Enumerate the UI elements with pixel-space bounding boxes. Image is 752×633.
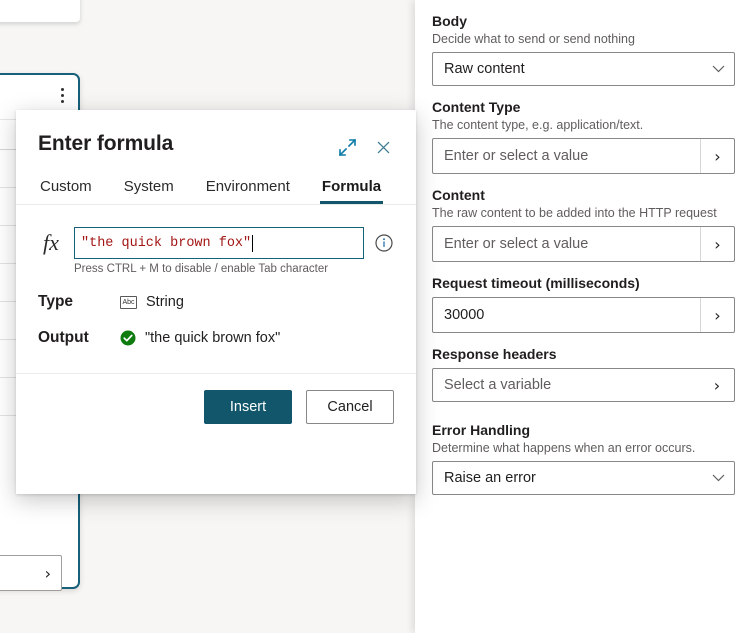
tab-formula[interactable]: Formula [319, 172, 384, 204]
output-value-group: "the quick brown fox" [120, 330, 280, 346]
body-description: Decide what to send or send nothing [432, 32, 635, 46]
dialog-header-actions [336, 132, 394, 158]
tab-custom[interactable]: Custom [38, 172, 94, 204]
error-handling-value: Raise an error [444, 470, 536, 486]
dialog-footer: Insert Cancel [16, 374, 416, 424]
insert-button[interactable]: Insert [204, 390, 292, 424]
error-handling-label: Error Handling [432, 422, 531, 438]
info-icon[interactable] [374, 233, 394, 253]
dialog-title: Enter formula [38, 132, 174, 155]
dialog-tabs: Custom System Environment Formula [16, 172, 416, 204]
background-card-top[interactable] [0, 0, 80, 22]
field-group-content: Content The raw content to be added into… [432, 187, 735, 262]
cancel-button[interactable]: Cancel [306, 390, 394, 424]
error-handling-select[interactable]: Raise an error [432, 461, 735, 495]
enter-formula-dialog: Enter formula Custom System Environment … [16, 110, 416, 494]
background-card-field-row: › [0, 555, 62, 591]
chevron-right-icon[interactable]: › [45, 564, 51, 583]
type-row: Type Abc String [16, 293, 416, 311]
abc-icon: Abc [120, 295, 137, 309]
properties-panel: Body Decide what to send or send nothing… [415, 0, 752, 633]
request-timeout-label: Request timeout (milliseconds) [432, 275, 640, 291]
field-group-body: Body Decide what to send or send nothing… [432, 13, 735, 86]
tab-environment[interactable]: Environment [204, 172, 292, 204]
content-type-description: The content type, e.g. application/text. [432, 118, 644, 132]
formula-row: fx "the quick brown fox" [16, 205, 416, 259]
chevron-right-icon[interactable]: › [700, 298, 734, 332]
type-label: Type [38, 293, 74, 310]
response-headers-label: Response headers [432, 346, 557, 362]
tab-environment-label: Environment [205, 178, 290, 195]
formula-input[interactable]: "the quick brown fox" [74, 227, 364, 259]
response-headers-value: Select a variable [444, 377, 552, 393]
chevron-right-icon[interactable]: › [700, 139, 734, 173]
field-group-response-headers: Response headers Select a variable › [432, 346, 735, 402]
type-value-group: Abc String [120, 294, 184, 310]
output-row: Output "the quick brown fox" [16, 329, 416, 347]
expand-icon[interactable] [336, 136, 358, 158]
content-type-combo[interactable]: Enter or select a value › [432, 138, 735, 174]
body-select-value: Raw content [444, 61, 525, 77]
tab-system-label: System [123, 178, 174, 195]
text-caret [252, 234, 254, 252]
tab-system[interactable]: System [122, 172, 176, 204]
fx-icon: fx [43, 230, 59, 255]
formula-input-value: "the quick brown fox" [81, 235, 252, 251]
request-timeout-combo[interactable]: 30000 › [432, 297, 735, 333]
request-timeout-value: 30000 [444, 307, 485, 323]
background-card-field[interactable]: › [0, 555, 62, 591]
tab-formula-label: Formula [321, 178, 382, 195]
content-combo[interactable]: Enter or select a value › [432, 226, 735, 262]
type-value: String [146, 294, 184, 310]
chevron-right-icon[interactable]: › [700, 369, 734, 401]
more-options-icon[interactable] [60, 88, 64, 103]
panel-collapse-handle[interactable] [415, 280, 424, 324]
content-label: Content [432, 187, 485, 203]
dialog-header: Enter formula [16, 110, 416, 158]
body-select[interactable]: Raw content [432, 52, 735, 86]
tab-custom-label: Custom [40, 178, 92, 195]
response-headers-combo[interactable]: Select a variable › [432, 368, 735, 402]
success-check-icon [120, 330, 136, 346]
field-group-request-timeout: Request timeout (milliseconds) 30000 › [432, 275, 735, 333]
content-type-value: Enter or select a value [444, 148, 589, 164]
content-description: The raw content to be added into the HTT… [432, 206, 717, 220]
content-value: Enter or select a value [444, 236, 589, 252]
output-value: "the quick brown fox" [145, 330, 281, 346]
chevron-down-icon[interactable] [712, 462, 725, 494]
field-group-error-handling: Error Handling Determine what happens wh… [432, 422, 735, 495]
formula-hint: Press CTRL + M to disable / enable Tab c… [74, 263, 329, 275]
error-handling-description: Determine what happens when an error occ… [432, 441, 696, 455]
chevron-right-icon[interactable]: › [700, 227, 734, 261]
chevron-down-icon[interactable] [712, 53, 725, 85]
content-type-label: Content Type [432, 99, 521, 115]
output-label: Output [38, 329, 89, 346]
close-icon[interactable] [372, 136, 394, 158]
screen-root: ket › Enter formula [0, 0, 752, 633]
field-group-content-type: Content Type The content type, e.g. appl… [432, 99, 735, 174]
body-label: Body [432, 13, 467, 29]
